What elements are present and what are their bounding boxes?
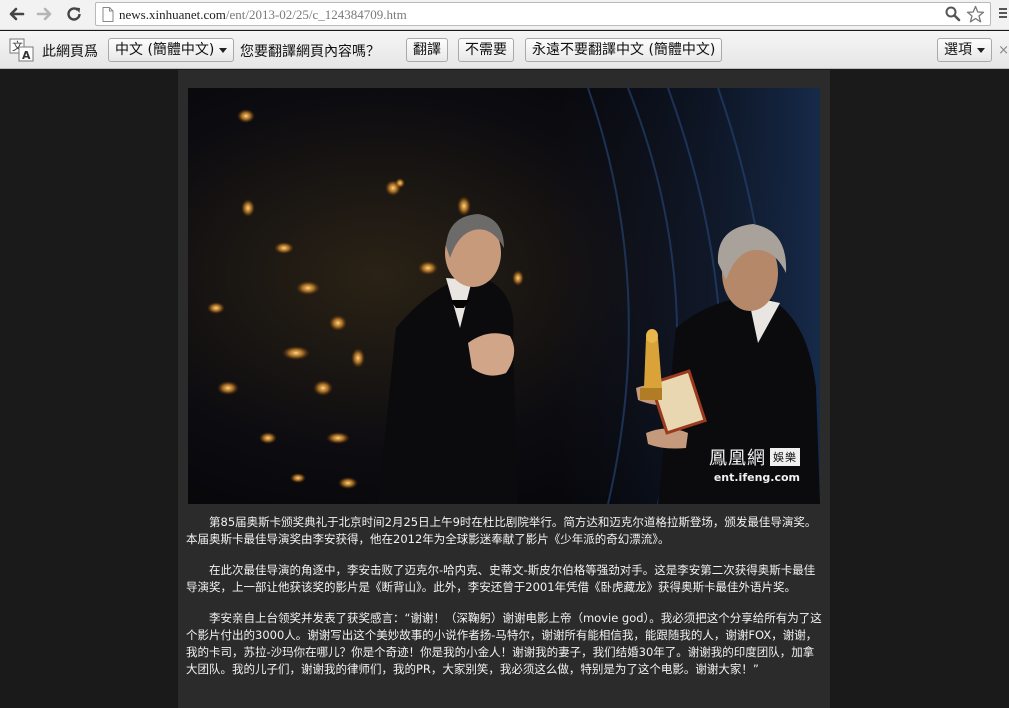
- back-button[interactable]: [4, 3, 28, 25]
- language-select-label: 中文 (簡體中文): [115, 42, 215, 58]
- url-text[interactable]: news.xinhuanet.com/ent/2013-02/25/c_1243…: [119, 7, 407, 23]
- chrome-menu-icon[interactable]: [999, 8, 1007, 20]
- photo-illustration: [188, 88, 820, 504]
- translate-icon: 文 A: [9, 38, 34, 62]
- reload-icon: [67, 7, 81, 21]
- article-photo: 鳳凰網 娛樂 ent.ifeng.com: [188, 88, 820, 504]
- ifeng-watermark: 鳳凰網 娛樂 ent.ifeng.com: [690, 444, 800, 484]
- watermark-url: ent.ifeng.com: [713, 471, 800, 484]
- translate-button[interactable]: 翻譯: [406, 38, 448, 62]
- forward-button[interactable]: [33, 3, 57, 25]
- page-icon: [102, 7, 114, 22]
- never-translate-button[interactable]: 永遠不要翻譯中文 (簡體中文): [525, 38, 723, 62]
- bookmark-star-icon[interactable]: [966, 5, 985, 24]
- translate-prefix: 此網頁爲: [42, 44, 98, 60]
- address-bar[interactable]: news.xinhuanet.com/ent/2013-02/25/c_1243…: [95, 2, 991, 26]
- back-arrow-icon: [9, 7, 25, 21]
- zoom-icon[interactable]: [945, 6, 961, 22]
- chevron-down-icon: [977, 47, 985, 53]
- no-translate-button[interactable]: 不需要: [458, 38, 514, 62]
- url-host: news.xinhuanet.com: [119, 7, 226, 22]
- watermark-name: 鳳凰網: [709, 448, 766, 469]
- svg-text:A: A: [22, 49, 31, 62]
- article-paragraph: 在此次最佳导演的角逐中，李安击败了迈克尔-哈内克、史蒂文-斯皮尔伯格等强劲对手。…: [186, 563, 816, 594]
- browser-toolbar: news.xinhuanet.com/ent/2013-02/25/c_1243…: [0, 0, 1009, 30]
- translate-question: 您要翻譯網頁內容嗎？: [240, 44, 380, 60]
- url-path: /ent/2013-02/25/c_124384709.htm: [225, 7, 407, 22]
- options-button-label: 選項: [944, 42, 972, 58]
- reload-button[interactable]: [62, 3, 86, 25]
- watermark-badge: 娛樂: [770, 448, 800, 466]
- article-paragraph: 李安亲自上台领奖并发表了获奖感言：“谢谢！（深鞠躬）谢谢电影上帝（movie g…: [186, 611, 822, 676]
- translate-infobar: 文 A 此網頁爲 中文 (簡體中文) 您要翻譯網頁內容嗎？ 翻譯 不需要 永遠不…: [0, 31, 1009, 69]
- forward-arrow-icon: [36, 7, 52, 21]
- article-body: 第85届奥斯卡颁奖典礼于北京时间2月25日上午9时在杜比剧院举行。简方达和迈克尔…: [186, 514, 822, 692]
- article-paragraph: 第85届奥斯卡颁奖典礼于北京时间2月25日上午9时在杜比剧院举行。简方达和迈克尔…: [186, 515, 817, 546]
- options-button[interactable]: 選項: [937, 38, 992, 62]
- article-column: 鳳凰網 娛樂 ent.ifeng.com 第85届奥斯卡颁奖典礼于北京时间2月25…: [178, 70, 830, 708]
- language-select[interactable]: 中文 (簡體中文): [108, 38, 235, 62]
- page-content: 鳳凰網 娛樂 ent.ifeng.com 第85届奥斯卡颁奖典礼于北京时间2月25…: [0, 70, 1009, 708]
- chevron-down-icon: [219, 47, 228, 53]
- close-icon[interactable]: ×: [998, 43, 1009, 58]
